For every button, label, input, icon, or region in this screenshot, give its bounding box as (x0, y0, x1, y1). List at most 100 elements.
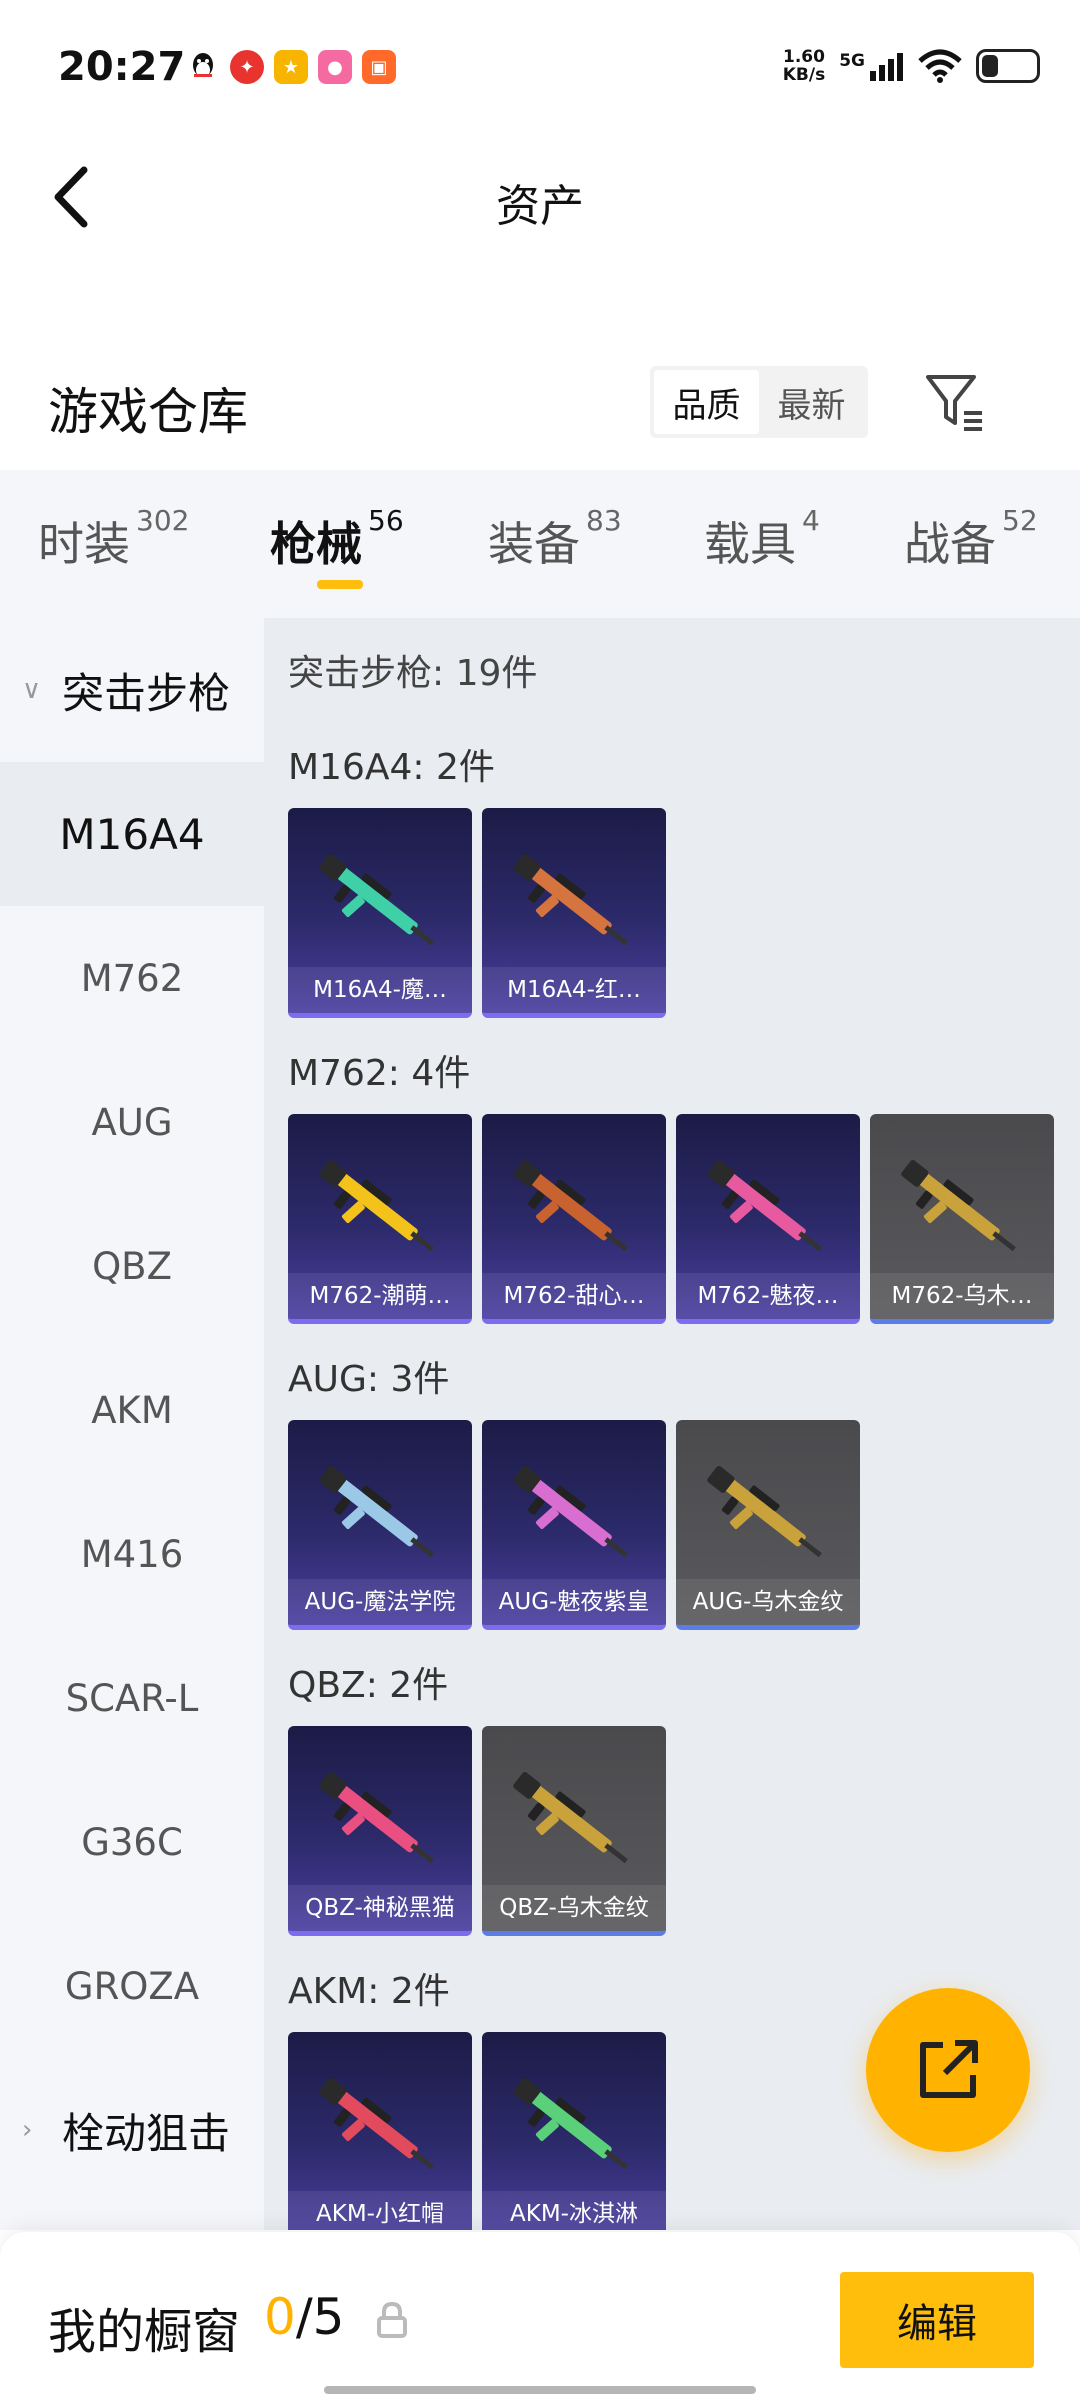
skin-name: AKM-冰淇淋 (482, 2191, 666, 2230)
sidebar-item-groza[interactable]: GROZA (0, 1914, 264, 2058)
skin-card[interactable]: M762-潮萌… (288, 1114, 472, 1324)
tab-count: 4 (802, 504, 820, 537)
sort-latest-button[interactable]: 最新 (759, 370, 864, 434)
sidebar-group-assault-rifle[interactable]: ∨ 突击步枪 (0, 618, 264, 762)
weapon-section: AUG: 3件 AUG-魔法学院 AUG-魅夜紫皇 AUG-乌木金纹 (288, 1350, 1080, 1630)
chevron-down-icon: ∨ (22, 675, 42, 705)
skin-card[interactable]: M16A4-魔… (288, 808, 472, 1018)
tab-label: 枪械 (270, 517, 362, 571)
section-title: M762: 4件 (288, 1053, 471, 1094)
category-tabs: 时装 302 枪械 56 装备 83 载具 4 战备 52 (0, 470, 1080, 618)
rifle-icon (319, 1772, 434, 1864)
edit-button[interactable]: 编辑 (840, 2272, 1034, 2368)
home-indicator[interactable] (324, 2386, 756, 2394)
rifle-icon (513, 854, 628, 946)
tab-equipment[interactable]: 装备 83 (488, 504, 622, 574)
sidebar-item-m416[interactable]: M416 (0, 1482, 264, 1626)
showcase-bar: 我的橱窗 0/5 编辑 (0, 2232, 1080, 2400)
skin-row: M762-潮萌… M762-甜心… M762-魅夜… M762-乌木… (288, 1114, 1080, 1324)
skin-row: M16A4-魔… M16A4-红… (288, 808, 1080, 1018)
sidebar-item-m762[interactable]: M762 (0, 906, 264, 1050)
weapon-category-sidebar: ∨ 突击步枪 M16A4 M762 AUG QBZ AKM M416 SCAR-… (0, 618, 264, 2230)
tab-vehicles[interactable]: 载具 4 (704, 504, 820, 574)
sidebar-group-label: 栓动狙击 (62, 2108, 231, 2158)
skin-name: QBZ-神秘黑猫 (288, 1885, 472, 1931)
category-summary: 突击步枪: 19件 (288, 653, 538, 694)
rifle-icon (319, 1466, 434, 1558)
skin-name: M762-潮萌… (288, 1273, 472, 1319)
skin-card[interactable]: AUG-乌木金纹 (676, 1420, 860, 1630)
rifle-icon (319, 1160, 434, 1252)
sort-toggle: 品质 最新 (650, 366, 868, 438)
tab-fashion[interactable]: 时装 302 (38, 504, 189, 574)
notification-icons: ✦ ★ ● ▣ (186, 50, 396, 84)
sidebar-item-qbz[interactable]: QBZ (0, 1194, 264, 1338)
sidebar-item-m16a4[interactable]: M16A4 (0, 762, 264, 906)
filter-button[interactable] (920, 364, 990, 442)
skin-card[interactable]: QBZ-神秘黑猫 (288, 1726, 472, 1936)
battery-icon (976, 49, 1040, 83)
active-tab-indicator (317, 580, 363, 589)
showcase-label: 我的橱窗 (48, 2304, 241, 2360)
section-title: M16A4: 2件 (288, 747, 495, 788)
rifle-icon (707, 1160, 822, 1252)
skin-card[interactable]: M762-乌木… (870, 1114, 1054, 1324)
tab-count: 52 (1002, 504, 1038, 537)
system-status: 1.60 KB/s 5G (783, 48, 1040, 84)
skin-name: AKM-小红帽 (288, 2191, 472, 2230)
net-speed-unit: KB/s (782, 65, 826, 85)
rifle-icon (707, 1466, 822, 1558)
filter-icon (926, 375, 982, 431)
signal-icon: 5G (839, 51, 904, 81)
tab-count: 302 (136, 504, 190, 537)
skin-name: M762-乌木… (870, 1273, 1054, 1319)
network-type: 5G (839, 51, 865, 71)
rifle-icon (513, 1772, 628, 1864)
skin-card[interactable]: AKM-冰淇淋 (482, 2032, 666, 2230)
app-yellow-icon: ★ (274, 50, 308, 84)
lock-icon (377, 2301, 407, 2338)
rifle-icon (513, 1466, 628, 1558)
skin-card[interactable]: M16A4-红… (482, 808, 666, 1018)
nav-header: 资产 (0, 140, 1080, 250)
sidebar-group-bolt-action[interactable]: › 栓动狙击 (0, 2058, 264, 2202)
skin-card[interactable]: M762-甜心… (482, 1114, 666, 1324)
app-red-icon: ✦ (230, 50, 264, 84)
sidebar-item-aug[interactable]: AUG (0, 1050, 264, 1194)
skin-name: M762-甜心… (482, 1273, 666, 1319)
sort-quality-button[interactable]: 品质 (654, 370, 759, 434)
section-title: QBZ: 2件 (288, 1665, 449, 1706)
warehouse-title: 游戏仓库 (48, 383, 248, 441)
skin-row: AUG-魔法学院 AUG-魅夜紫皇 AUG-乌木金纹 (288, 1420, 1080, 1630)
tab-firearms[interactable]: 枪械 56 (270, 504, 404, 574)
showcase-separator: / (295, 2288, 313, 2346)
showcase-current: 0 (264, 2288, 296, 2346)
skin-card[interactable]: AKM-小红帽 (288, 2032, 472, 2230)
skin-card[interactable]: M762-魅夜… (676, 1114, 860, 1324)
status-bar: 20:27 ✦ ★ ● ▣ 1.60 KB/s 5G (0, 0, 1080, 140)
tab-count: 83 (586, 504, 622, 537)
warehouse-header: 游戏仓库 品质 最新 (0, 350, 1080, 460)
page-title: 资产 (496, 181, 584, 232)
skin-card[interactable]: AUG-魔法学院 (288, 1420, 472, 1630)
rifle-icon (319, 854, 434, 946)
skin-row: QBZ-神秘黑猫 QBZ-乌木金纹 (288, 1726, 1080, 1936)
sidebar-item-akm[interactable]: AKM (0, 1338, 264, 1482)
rifle-icon (513, 1160, 628, 1252)
section-title: AUG: 3件 (288, 1359, 450, 1400)
skin-name: AUG-魅夜紫皇 (482, 1579, 666, 1625)
qq-icon (186, 50, 220, 84)
skin-name: AUG-魔法学院 (288, 1579, 472, 1625)
tab-label: 时装 (38, 517, 130, 571)
app-pink-icon: ● (318, 50, 352, 84)
skin-card[interactable]: AUG-魅夜紫皇 (482, 1420, 666, 1630)
sidebar-item-g36c[interactable]: G36C (0, 1770, 264, 1914)
tab-label: 装备 (488, 517, 580, 571)
skin-card[interactable]: QBZ-乌木金纹 (482, 1726, 666, 1936)
wifi-icon (918, 49, 962, 83)
sidebar-item-scar-l[interactable]: SCAR-L (0, 1626, 264, 1770)
tab-supplies[interactable]: 战备 52 (904, 504, 1038, 574)
share-button[interactable] (866, 1988, 1030, 2152)
tab-label: 战备 (904, 517, 996, 571)
status-time: 20:27 (58, 44, 186, 90)
